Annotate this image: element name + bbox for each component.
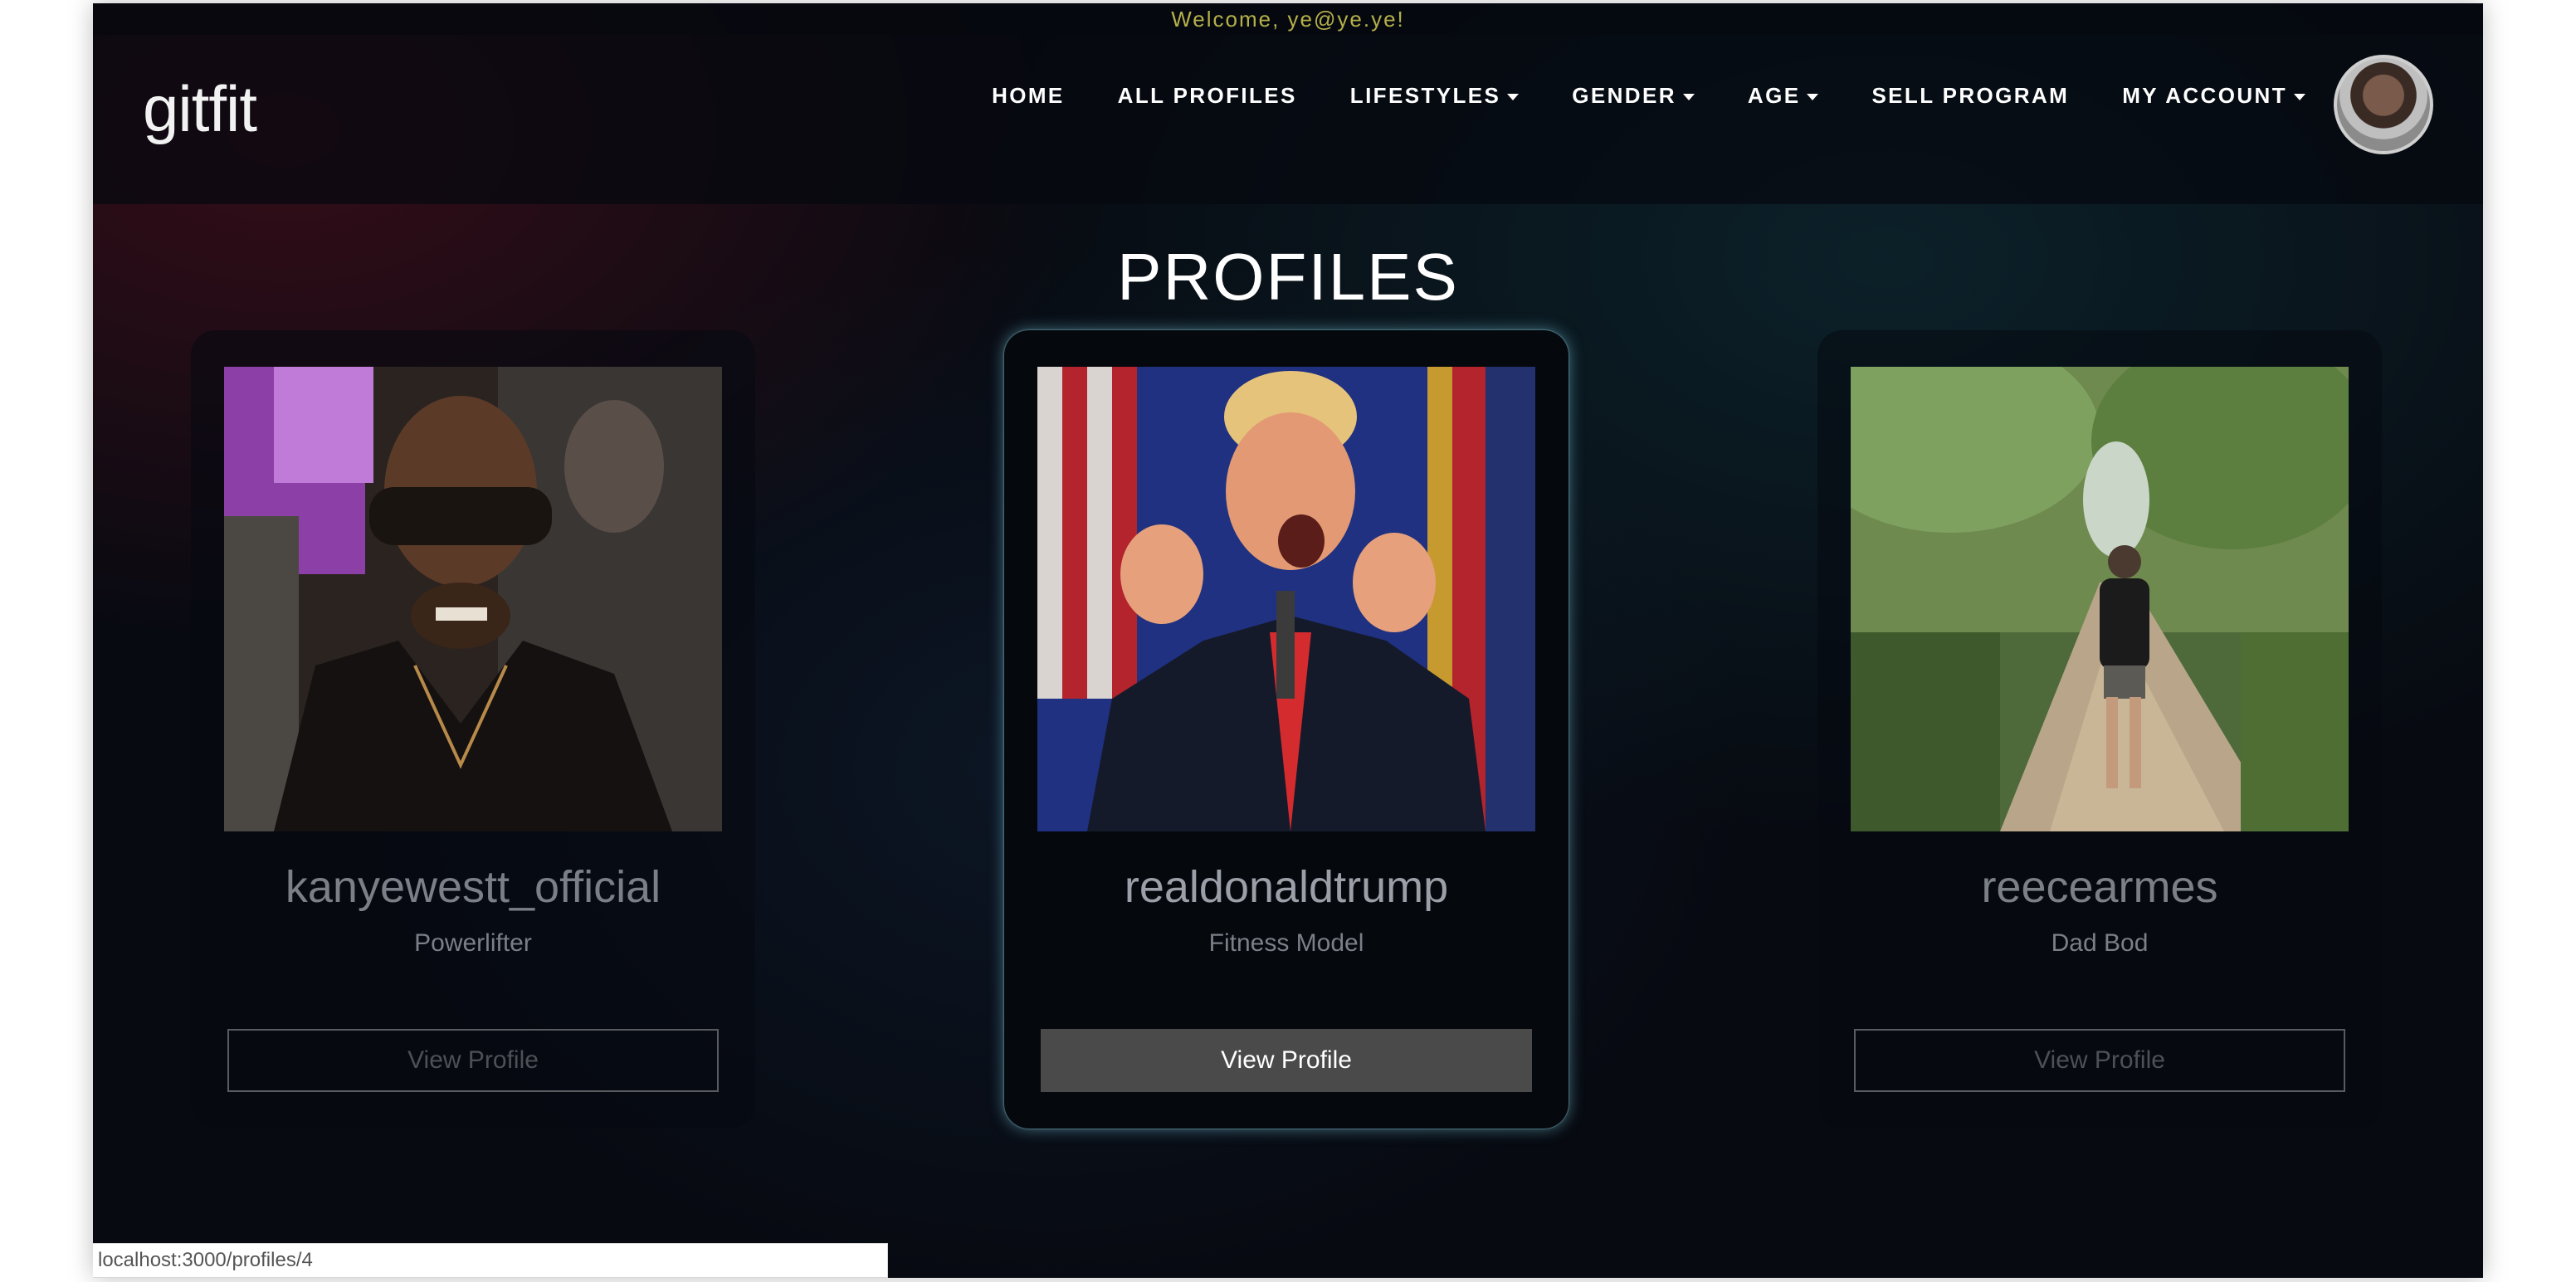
welcome-text: Welcome, ye@ye.ye! xyxy=(1171,7,1405,32)
app-window: Welcome, ye@ye.ye! gitfit HOME ALL PROFI… xyxy=(93,3,2483,1278)
profile-photo[interactable] xyxy=(224,367,722,831)
caret-down-icon xyxy=(2294,93,2305,100)
caret-down-icon xyxy=(1507,93,1520,100)
profile-card: realdonaldtrump Fitness Model View Profi… xyxy=(1004,330,1569,1128)
profile-photo[interactable] xyxy=(1851,367,2349,831)
user-avatar[interactable] xyxy=(2334,55,2433,154)
view-profile-button[interactable]: View Profile xyxy=(1854,1029,2345,1092)
view-profile-button[interactable]: View Profile xyxy=(1041,1029,1532,1092)
profile-card: reecearmes Dad Bod View Profile xyxy=(1817,330,2382,1128)
profile-card: kanyewestt_official Powerlifter View Pro… xyxy=(191,330,755,1128)
navbar: gitfit HOME ALL PROFILES LIFESTYLES GEND… xyxy=(93,35,2483,204)
nav-item-gender[interactable]: GENDER xyxy=(1572,83,1695,109)
nav-menu: HOME ALL PROFILES LIFESTYLES GENDER AGE … xyxy=(992,83,2305,109)
profile-lifestyle: Fitness Model xyxy=(1208,929,1364,957)
brand-logo[interactable]: gitfit xyxy=(143,71,257,147)
page-title: PROFILES xyxy=(1117,240,1459,314)
nav-item-age[interactable]: AGE xyxy=(1748,83,1819,109)
welcome-bar: Welcome, ye@ye.ye! xyxy=(93,3,2483,35)
profile-lifestyle: Dad Bod xyxy=(2051,929,2149,957)
profile-lifestyle: Powerlifter xyxy=(414,929,532,957)
caret-down-icon xyxy=(1807,93,1819,100)
profile-username: reecearmes xyxy=(1981,862,2218,912)
caret-down-icon xyxy=(1682,93,1695,100)
nav-item-lifestyles[interactable]: LIFESTYLES xyxy=(1350,83,1520,109)
browser-status-url: localhost:3000/profiles/4 xyxy=(93,1243,888,1278)
profile-photo[interactable] xyxy=(1037,367,1535,831)
view-profile-button[interactable]: View Profile xyxy=(227,1029,719,1092)
nav-item-my-account[interactable]: MY ACCOUNT xyxy=(2122,83,2305,109)
nav-item-all-profiles[interactable]: ALL PROFILES xyxy=(1118,83,1297,109)
profile-username: kanyewestt_official xyxy=(285,862,661,912)
nav-item-sell-program[interactable]: SELL PROGRAM xyxy=(1871,83,2069,109)
profile-username: realdonaldtrump xyxy=(1124,862,1449,912)
nav-item-home[interactable]: HOME xyxy=(992,83,1065,109)
